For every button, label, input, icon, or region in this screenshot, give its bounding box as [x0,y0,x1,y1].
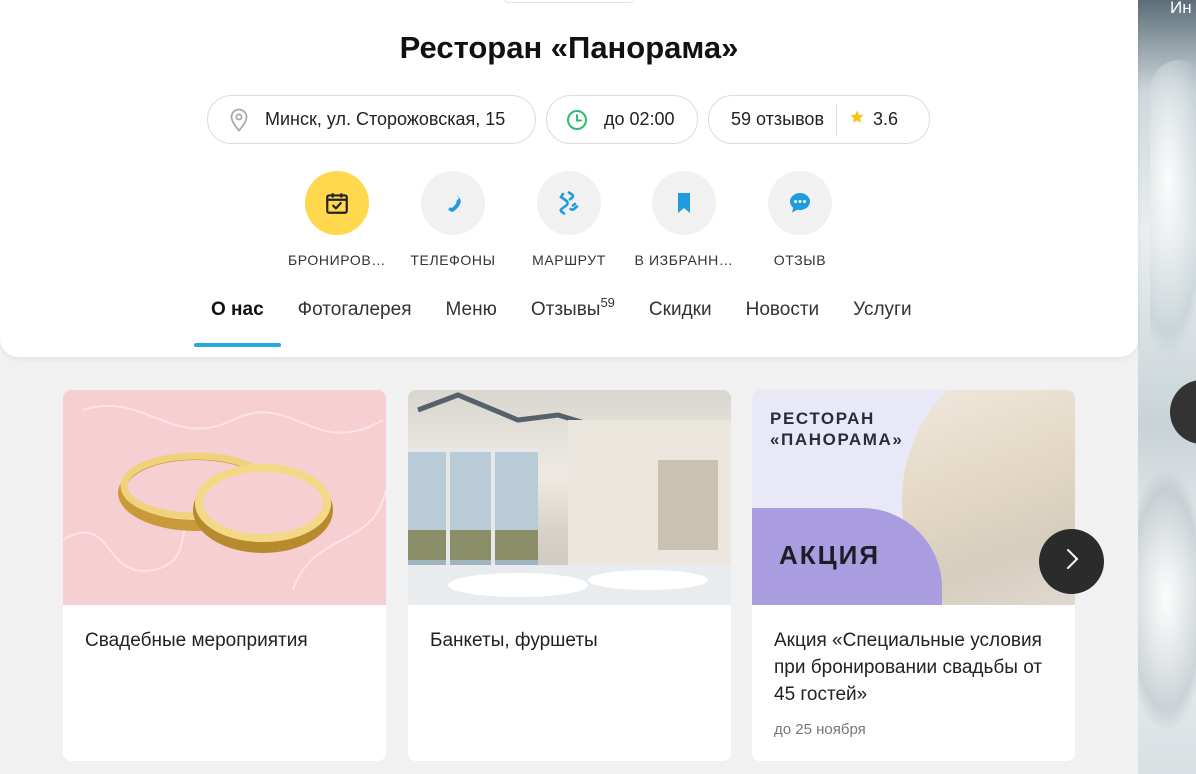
bookmark-icon [652,171,716,235]
action-label: ТЕЛЕФОНЫ [410,252,496,268]
route-icon [537,171,601,235]
phones-action[interactable]: ТЕЛЕФОНЫ [398,171,508,268]
reviews-count: 59 отзывов [731,109,825,129]
quick-actions: БРОНИРОВ… ТЕЛЕФОНЫ МАРШРУТ В ИЗБРАНН… ОТ… [0,171,1138,271]
promo-date: до 25 ноября [774,721,866,738]
glass-decoration [1138,470,1196,730]
header-card: Ресторан «Панорама» Минск, ул. Сторожовс… [0,0,1138,357]
cut-off-text: Ин [1170,0,1192,17]
banquet-hall-image [408,390,731,605]
background-photo-strip: Ин [1138,0,1196,774]
route-action[interactable]: МАРШРУТ [514,171,624,268]
tab-label: Новости [745,299,820,320]
clock-icon [566,109,588,131]
review-action[interactable]: ОТЗЫВ [745,171,855,268]
tab-label: Фотогалерея [297,299,412,320]
tab-label: Отзывы [530,299,601,320]
service-card-weddings[interactable]: Свадебные мероприятия [63,390,386,761]
booking-action[interactable]: БРОНИРОВ… [282,171,392,268]
side-round-button[interactable] [1170,380,1196,444]
wedding-rings-image [63,390,386,605]
card-title: Акция «Специальные условия при бронирова… [774,630,1043,705]
divider [836,103,838,136]
chat-bubble-icon [768,171,832,235]
reviews-count-badge: 59 [600,295,615,310]
chevron-right-icon [1065,548,1079,575]
location-pin-icon [228,108,250,132]
promo-card[interactable]: РЕСТОРАН «ПАНОРАМА» АКЦИЯ Акция «Специал… [752,390,1075,761]
calendar-check-icon [305,171,369,235]
tab-menu[interactable]: Меню [428,295,513,347]
tab-label: Услуги [853,299,912,320]
address-text: Минск, ул. Сторожовская, 15 [265,109,506,129]
card-title: Банкеты, фуршеты [430,630,598,651]
phone-icon [421,171,485,235]
hours-text: до 02:00 [604,109,675,129]
action-label: ОТЗЫВ [773,252,827,268]
promo-image: РЕСТОРАН «ПАНОРАМА» АКЦИЯ [752,390,1075,605]
service-card-banquets[interactable]: Банкеты, фуршеты [408,390,731,761]
address-pill[interactable]: Минск, ул. Сторожовская, 15 [207,95,536,144]
promo-brand-text: РЕСТОРАН «ПАНОРАМА» [770,409,904,449]
glass-decoration [1150,60,1196,360]
hours-pill[interactable]: до 02:00 [546,95,698,144]
tab-services[interactable]: Услуги [836,295,928,347]
rating-value: 3.6 [873,109,899,129]
tab-news[interactable]: Новости [729,295,837,347]
top-tab-stub [504,0,635,3]
action-label: В ИЗБРАНН… [634,252,734,268]
tab-reviews[interactable]: Отзывы59 [514,295,632,347]
favorites-action[interactable]: В ИЗБРАНН… [629,171,739,268]
card-title: Свадебные мероприятия [85,630,308,651]
carousel-next-button[interactable] [1039,529,1104,594]
tab-about[interactable]: О нас [194,295,281,347]
tab-label: Скидки [648,299,712,320]
tab-gallery[interactable]: Фотогалерея [281,295,429,347]
action-label: МАРШРУТ [532,252,606,268]
tab-label: Меню [445,299,497,320]
promo-tag-text: АКЦИЯ [779,540,881,570]
page-title: Ресторан «Панорама» [399,30,739,65]
action-label: БРОНИРОВ… [288,252,386,268]
section-tabs: О нас Фотогалерея Меню Отзывы59 Скидки Н… [194,295,929,347]
reviews-rating-pill[interactable]: 59 отзывов 3.6 [708,95,930,144]
tab-discounts[interactable]: Скидки [632,295,729,347]
tab-label: О нас [211,299,264,320]
star-icon [849,109,865,130]
